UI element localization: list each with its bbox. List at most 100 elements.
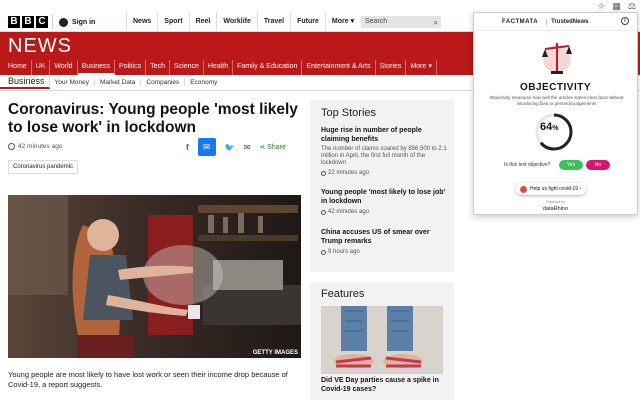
nav-future[interactable]: Future (290, 12, 325, 32)
story-headline[interactable]: Huge rise in number of people claiming b… (321, 126, 449, 144)
factmata-popup: FACTMATA TrustedNews i OBJECTIVITY Objec… (473, 12, 638, 215)
browser-toolbar: ☆ ▦ ⚖ (0, 0, 640, 12)
section-nav-tech[interactable]: Tech (146, 60, 170, 75)
messenger-icon[interactable]: ✉ (197, 138, 216, 156)
clock-icon (321, 249, 326, 255)
story-item[interactable]: Young people 'most likely to lose job' i… (321, 188, 449, 215)
twitter-icon[interactable]: 🐦 (225, 143, 235, 152)
chevron-down-icon: ▾ (350, 18, 355, 25)
trustednews-logo: TrustedNews (546, 18, 588, 25)
story-item[interactable]: China accuses US of smear over Trump rem… (321, 228, 449, 255)
user-icon (59, 17, 68, 27)
section-nav: Home UK World Business Politics Tech Sci… (4, 60, 437, 75)
story-timestamp: 9 hours ago (321, 249, 449, 255)
section-nav-family-education[interactable]: Family & Education (233, 60, 303, 75)
sign-in-link[interactable]: Sign in (52, 15, 95, 29)
story-time: 42 minutes ago (328, 209, 370, 215)
feature-headline[interactable]: Did VE Day parties cause a spike in Covi… (321, 376, 445, 394)
score-unit: % (552, 125, 559, 132)
story-headline[interactable]: Young people 'most likely to lose job' i… (321, 188, 449, 206)
clock-icon (8, 143, 15, 150)
cafe-photo (8, 195, 301, 358)
clock-icon (321, 209, 326, 215)
article-hero-image: GETTY IMAGES (8, 195, 301, 358)
facebook-icon[interactable]: f (186, 143, 189, 152)
logo-letter: C (36, 16, 48, 28)
factmata-logo: FACTMATA (502, 18, 539, 25)
email-icon[interactable]: ✉ (244, 143, 251, 152)
section-nav-entertainment-arts[interactable]: Entertainment & Arts (302, 60, 376, 75)
score-value: 64% (540, 121, 558, 133)
powered-by-label: Powered by (546, 200, 565, 204)
section-nav-uk[interactable]: UK (32, 60, 51, 75)
sandals-photo (321, 306, 443, 374)
section-nav-science[interactable]: Science (170, 60, 204, 75)
article-timestamp: 42 minutes ago (8, 143, 62, 150)
info-icon[interactable]: i (621, 17, 629, 25)
features-title: Features (321, 288, 365, 300)
top-stories-title: Top Stories (321, 107, 377, 119)
search-input[interactable]: Search ⌕ (361, 16, 441, 28)
topic-tag[interactable]: Coronavirus pandemic (8, 160, 79, 174)
features-panel: Features Did VE Day parties cause a spik… (310, 282, 454, 400)
top-stories-panel: Top Stories Huge rise in number of peopl… (310, 100, 454, 272)
nav-worklife[interactable]: Worklife (216, 12, 257, 32)
section-nav-more[interactable]: More ▾ (406, 60, 437, 75)
share-label: Share (267, 144, 286, 151)
section-nav-business[interactable]: Business (77, 60, 115, 75)
subnav-your-money[interactable]: Your Money (50, 79, 95, 86)
section-nav-world[interactable]: World (50, 60, 78, 75)
article-summary: Young people are most likely to have los… (8, 370, 288, 389)
section-title[interactable]: NEWS (8, 35, 72, 58)
nav-sport[interactable]: Sport (157, 12, 188, 32)
datarhino-logo[interactable]: dataRhino (474, 206, 637, 212)
feature-image[interactable] (321, 306, 443, 374)
section-nav-stories[interactable]: Stories (376, 60, 407, 75)
image-credit: GETTY IMAGES (252, 350, 298, 356)
subnav-business[interactable]: Business (0, 76, 50, 89)
help-label: Help us fight covid-19 › (530, 186, 582, 192)
story-timestamp: 22 minutes ago (321, 170, 449, 176)
yes-button[interactable]: Yes (559, 160, 583, 170)
bbc-logo[interactable]: B B C (8, 16, 48, 28)
nav-news[interactable]: News (126, 12, 157, 32)
share-tools: f ✉ 🐦 ✉ ⋖ Share (186, 138, 286, 156)
story-headline[interactable]: China accuses US of smear over Trump rem… (321, 228, 449, 246)
bookmark-star-icon[interactable]: ☆ (597, 1, 605, 12)
score-number: 64 (540, 121, 553, 133)
nav-reel[interactable]: Reel (188, 12, 217, 32)
scales-icon (542, 43, 572, 74)
bbc-top-nav: News Sport Reel Worklife Travel Future M… (126, 12, 360, 32)
subnav-economy[interactable]: Economy (185, 79, 222, 86)
no-button[interactable]: No (586, 160, 610, 170)
metric-title: OBJECTIVITY (519, 82, 592, 93)
subnav-market-data[interactable]: Market Data (95, 79, 142, 86)
virus-icon (520, 185, 527, 193)
metric-description: Objectivity measures how well the articl… (489, 95, 624, 106)
search-placeholder: Search (365, 18, 388, 25)
chevron-down-icon: ▾ (428, 63, 432, 70)
share-button[interactable]: ⋖ Share (259, 143, 286, 151)
subnav-companies[interactable]: Companies (141, 79, 186, 86)
section-nav-politics[interactable]: Politics (115, 60, 147, 75)
story-summary: The number of claims soared by 856,500 t… (321, 146, 447, 166)
story-time: 9 hours ago (328, 249, 360, 255)
clock-icon (321, 170, 326, 176)
logo-letter: B (8, 16, 20, 28)
story-item[interactable]: Huge rise in number of people claiming b… (321, 126, 449, 176)
section-nav-home[interactable]: Home (4, 60, 32, 75)
extension-icon[interactable]: ▦ (612, 1, 621, 12)
article-headline: Coronavirus: Young people 'most likely t… (8, 101, 298, 136)
sign-in-label: Sign in (72, 18, 96, 26)
story-time: 22 minutes ago (328, 170, 370, 176)
nav-more[interactable]: More ▾ (324, 12, 360, 32)
nav-more-label: More (331, 18, 349, 25)
popup-header: FACTMATA TrustedNews i (474, 13, 637, 31)
help-fight-covid-button[interactable]: Help us fight covid-19 › (516, 183, 586, 195)
section-nav-health[interactable]: Health (204, 60, 234, 75)
article-time: 42 minutes ago (18, 143, 63, 150)
story-timestamp: 42 minutes ago (321, 209, 449, 215)
nav-travel[interactable]: Travel (256, 12, 290, 32)
factmata-extension-icon[interactable]: ⚖ (628, 1, 636, 12)
search-icon[interactable]: ⌕ (434, 17, 438, 29)
